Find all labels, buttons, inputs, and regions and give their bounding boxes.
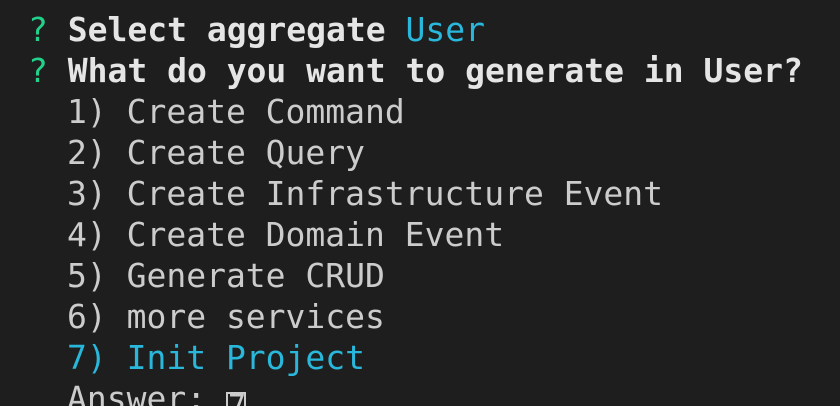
option-create-query[interactable]: 2) Create Query (67, 132, 365, 173)
answer-line: Answer: 7 (67, 378, 246, 406)
option-create-infrastructure-event[interactable]: 3) Create Infrastructure Event (67, 173, 663, 214)
clipped-previous-line: ▔▔▔▔▔▔▔▔▔▔▔▔▔▔▔▔▔▔▔▔▔▔▔ (0, 0, 457, 9)
option-create-command[interactable]: 1) Create Command (67, 91, 405, 132)
option-create-domain-event[interactable]: 4) Create Domain Event (67, 214, 504, 255)
prompt-generate-question: ? What do you want to generate in User? (28, 50, 803, 91)
option-more-services[interactable]: 6) more services (67, 296, 385, 337)
prompt-question: Select aggregate (67, 10, 386, 49)
prompt-select-aggregate: ? Select aggregate User (28, 9, 485, 50)
prompt-answer: User (405, 10, 485, 49)
terminal-window: ▔▔▔▔▔▔▔▔▔▔▔▔▔▔▔▔▔▔▔▔▔▔▔ ? Select aggrega… (0, 0, 840, 406)
option-init-project-selected[interactable]: 7) Init Project (67, 337, 365, 378)
prompt-question: What do you want to generate in User? (67, 51, 803, 90)
option-generate-crud[interactable]: 5) Generate CRUD (67, 255, 385, 296)
prompt-marker: ? (28, 10, 48, 49)
answer-label: Answer: (67, 379, 207, 406)
prompt-marker: ? (28, 51, 48, 90)
answer-input[interactable]: 7 (225, 392, 246, 406)
